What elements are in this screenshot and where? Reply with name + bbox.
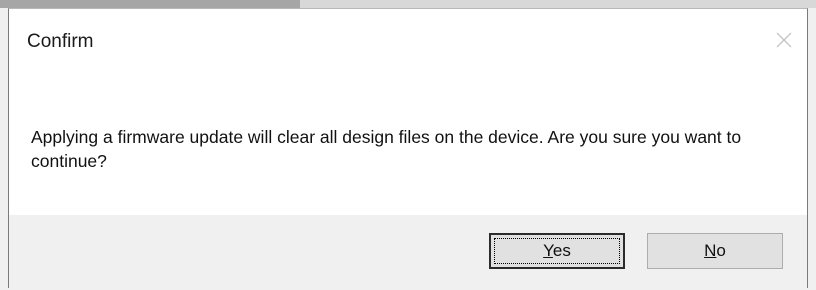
yes-button[interactable]: Yes bbox=[489, 233, 625, 269]
dialog-title: Confirm bbox=[27, 31, 94, 52]
confirm-dialog: Confirm Applying a firmware update will … bbox=[8, 8, 808, 288]
no-mnemonic: N bbox=[704, 241, 717, 260]
title-bar: Confirm bbox=[9, 9, 807, 75]
close-button[interactable] bbox=[769, 25, 799, 55]
dialog-message: Applying a firmware update will clear al… bbox=[31, 127, 742, 171]
background-window-edge bbox=[0, 0, 300, 8]
background-window-strip bbox=[0, 0, 816, 8]
yes-label-rest: es bbox=[552, 241, 571, 260]
no-button-label: No bbox=[704, 241, 726, 261]
no-label-rest: o bbox=[716, 241, 726, 260]
yes-button-label: Yes bbox=[543, 241, 571, 261]
close-icon bbox=[776, 32, 792, 48]
yes-mnemonic: Y bbox=[543, 241, 553, 260]
message-area: Applying a firmware update will clear al… bbox=[9, 75, 807, 215]
no-button[interactable]: No bbox=[647, 233, 783, 269]
